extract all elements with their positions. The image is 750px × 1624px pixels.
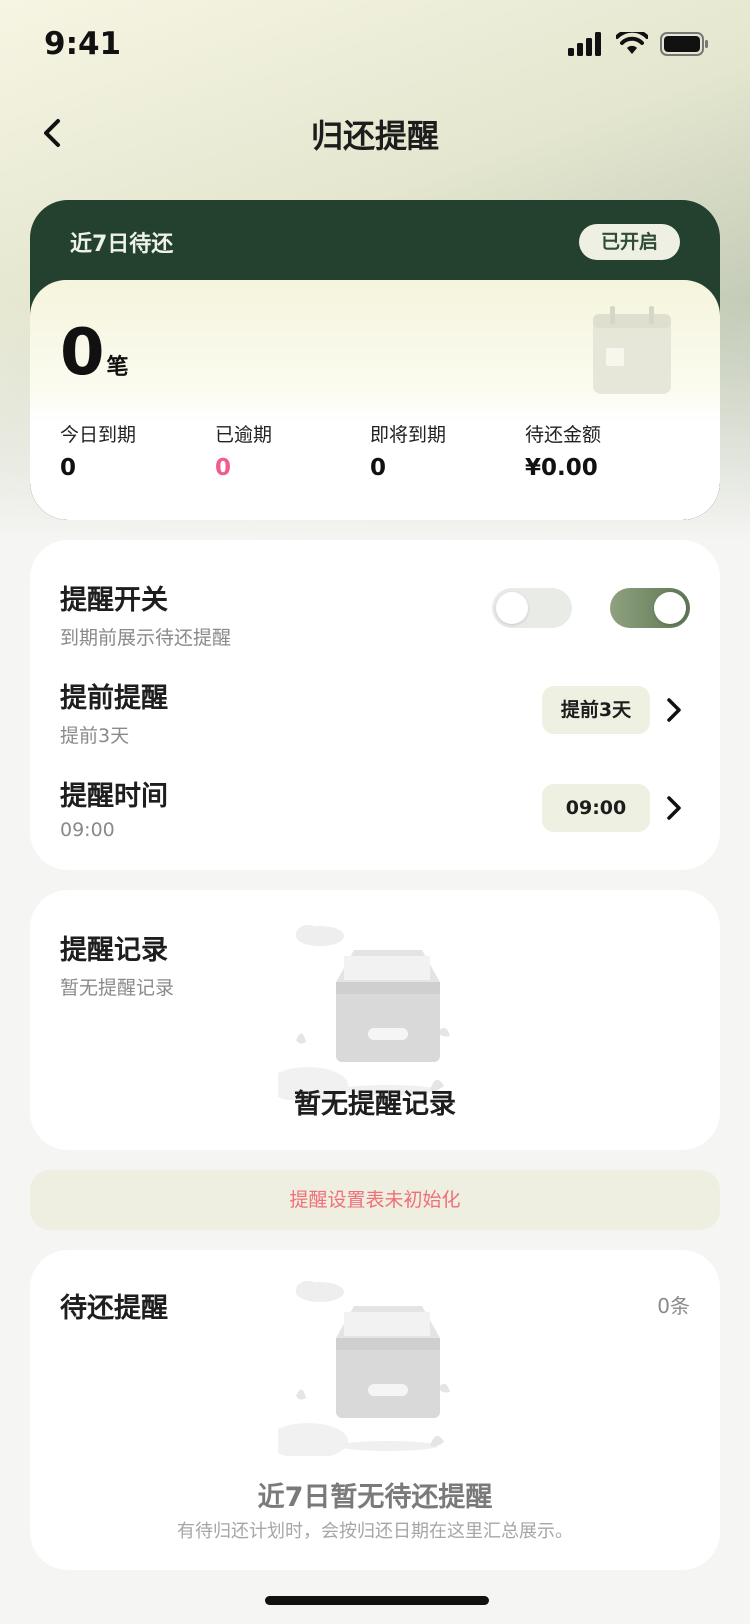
reminder-toggle[interactable] [610, 588, 690, 628]
stat-overdue: 已逾期 0 [215, 420, 370, 481]
signal-icon [568, 32, 601, 56]
records-empty-text: 暂无提醒记录 [294, 1089, 456, 1120]
reminder-status-pill: 已开启 [578, 224, 680, 260]
pending-card: 待还提醒 0条 近7日暂无待还提醒 有待归还计划时，会按归还日期在这里汇总展示。 [30, 1250, 720, 1570]
reminder-time-row[interactable]: 提醒时间 09:00 09:00 [60, 774, 690, 841]
stat-value: ¥0.00 [525, 455, 598, 481]
stat-value: 0 [60, 455, 77, 481]
advance-reminder-row[interactable]: 提前提醒 提前3天 提前3天 [60, 676, 690, 748]
stat-amount: 待还金额 ¥0.00 [525, 420, 680, 481]
pending-count-value: 0 [60, 316, 105, 390]
status-bar: 9:41 [0, 0, 750, 90]
toggle-knob [496, 592, 528, 624]
reminder-time-chip[interactable]: 09:00 [542, 784, 650, 832]
status-icons [568, 32, 710, 56]
pending-empty-desc: 有待归还计划时，会按归还日期在这里汇总展示。 [177, 1521, 573, 1542]
pending-count-unit: 笔 [106, 355, 129, 380]
settings-notice: 提醒设置表未初始化 [30, 1170, 720, 1230]
reminder-switch-row: 提醒开关 到期前展示待还提醒 [60, 578, 690, 650]
pending-count-badge: 0条 [657, 1294, 690, 1318]
records-card: 提醒记录 暂无提醒记录 暂无提醒记录 [30, 890, 720, 1150]
row-title: 提醒开关 [60, 585, 168, 616]
stat-value: 0 [370, 455, 387, 481]
stat-upcoming: 即将到期 0 [370, 420, 525, 481]
nav-bar: 归还提醒 [0, 95, 750, 171]
calendar-icon [593, 306, 671, 394]
home-indicator [265, 1596, 489, 1605]
summary-stats: 今日到期 0 已逾期 0 即将到期 0 待还金额 ¥0.00 [60, 420, 680, 481]
pending-empty-title: 近7日暂无待还提醒 [257, 1482, 493, 1513]
pending-count: 0笔 [60, 316, 129, 390]
settings-card: 提醒开关 到期前展示待还提醒 提前提醒 提前3天 提前3天 提醒时间 09:00… [30, 540, 720, 870]
stat-due-today: 今日到期 0 [60, 420, 215, 481]
chevron-right-icon [667, 796, 681, 820]
status-time: 9:41 [44, 26, 122, 62]
battery-icon [660, 32, 708, 56]
empty-box-illustration [278, 1281, 450, 1456]
chevron-right-icon [667, 698, 681, 722]
stat-label: 已逾期 [215, 424, 273, 446]
summary-body: 0笔 今日到期 0 已逾期 0 即将到期 0 待还金额 ¥0.00 [30, 280, 720, 520]
empty-box-illustration [278, 925, 450, 1100]
toggle-off[interactable] [492, 588, 572, 628]
advance-days-chip[interactable]: 提前3天 [542, 686, 650, 734]
stat-label: 待还金额 [525, 424, 602, 446]
page-title: 归还提醒 [310, 117, 439, 155]
wifi-icon [616, 32, 648, 54]
toggle-knob [654, 592, 686, 624]
stat-value: 0 [215, 455, 232, 481]
row-subtitle: 到期前展示待还提醒 [60, 627, 232, 649]
summary-header: 近7日待还 [70, 232, 174, 257]
summary-card: 近7日待还 已开启 0笔 今日到期 0 已逾期 0 即将到期 0 待还金额 ¥0… [30, 200, 720, 520]
stat-label: 即将到期 [370, 424, 447, 446]
stat-label: 今日到期 [60, 424, 137, 446]
